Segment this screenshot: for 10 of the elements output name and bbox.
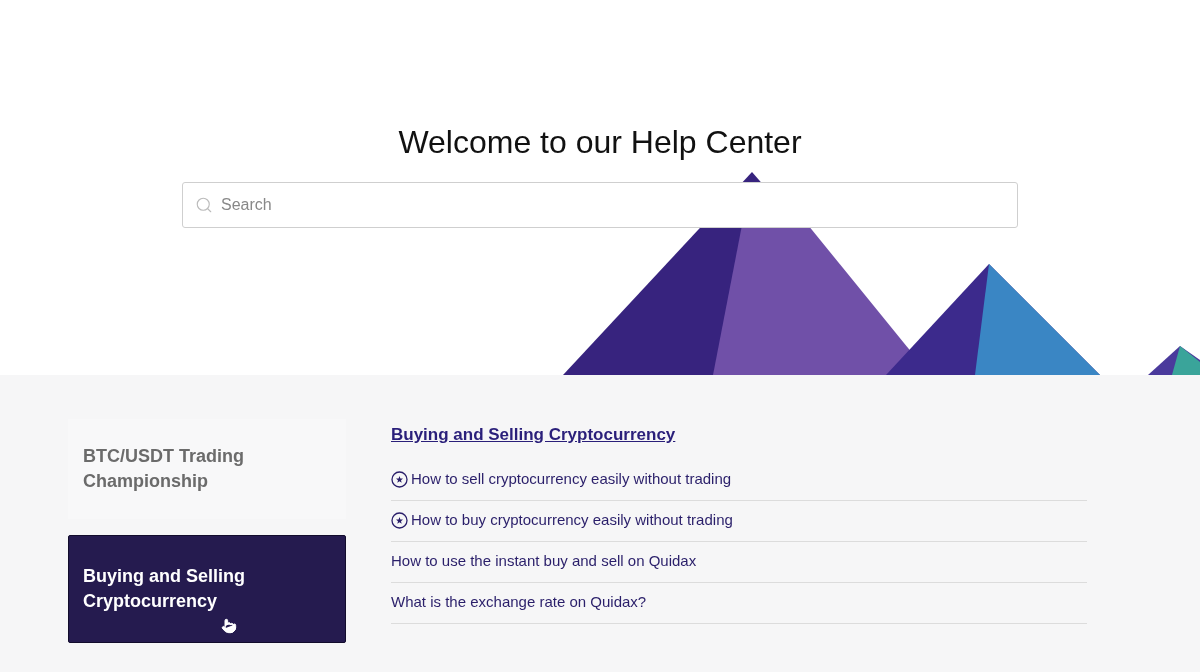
search-field[interactable]: Search [182, 182, 1018, 228]
category-card[interactable]: Buying and Selling Cryptocurrency [68, 535, 346, 643]
article-link[interactable]: What is the exchange rate on Quidax? [391, 591, 647, 614]
article-link[interactable]: How to buy cryptocurrency easily without trading [411, 509, 733, 532]
page-title: Welcome to our Help Center [398, 123, 802, 162]
article-link[interactable]: How to use the instant buy and sell on Quidax [391, 550, 697, 573]
hand-cursor-icon [221, 618, 237, 634]
article-link[interactable]: How to sell cryptocurrency easily without trading [411, 468, 732, 491]
search-icon [195, 196, 213, 214]
section-title-link[interactable]: Buying and Selling Cryptocurrency [391, 422, 1087, 448]
